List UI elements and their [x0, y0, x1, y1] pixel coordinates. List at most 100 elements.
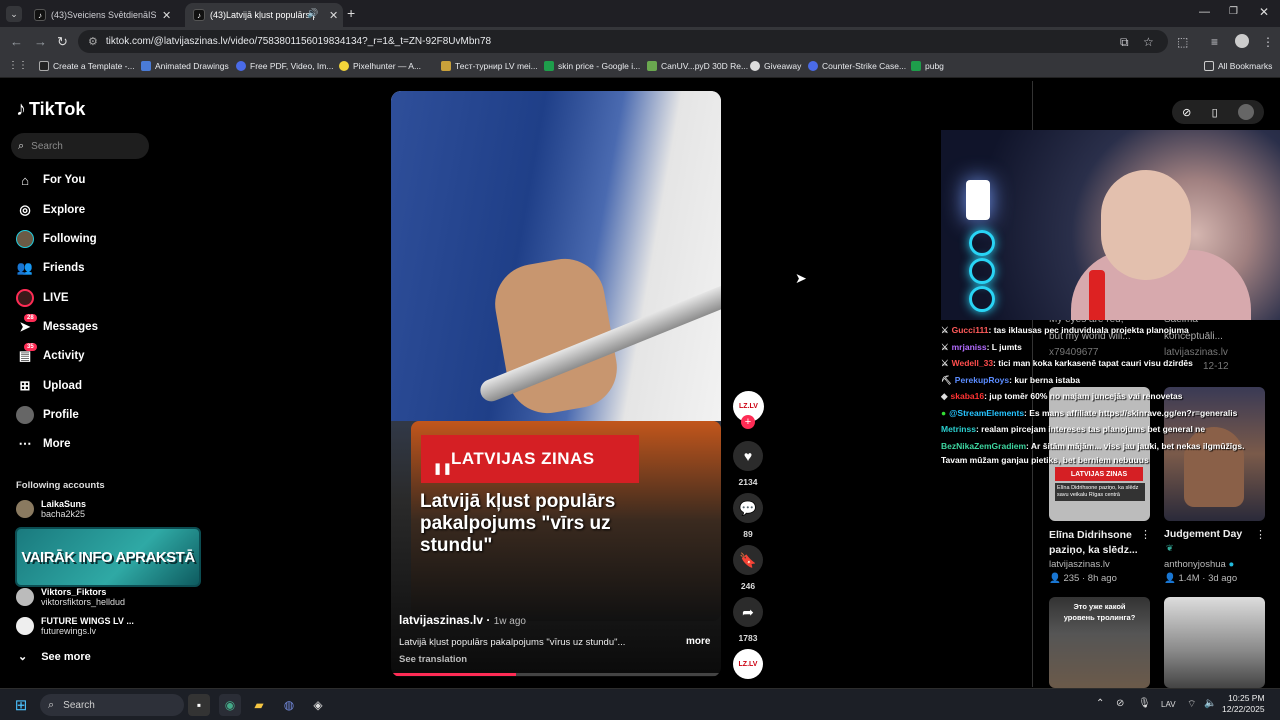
webcam-face — [1101, 170, 1191, 280]
see-more-button[interactable]: ⌄ See more — [18, 650, 91, 664]
tiktok-logo[interactable]: ♪ TikTok — [16, 98, 85, 121]
close-tab-icon[interactable]: ✕ — [162, 9, 171, 22]
bookmark-item[interactable]: pubg — [911, 61, 944, 71]
save-button[interactable]: 🔖 246 — [733, 545, 763, 591]
nav-upload[interactable]: ⊞ Upload — [16, 375, 82, 397]
pause-icon[interactable]: ❚❚ — [433, 462, 452, 475]
close-tab-icon[interactable]: ✕ — [329, 9, 338, 22]
close-window-icon[interactable]: ✕ — [1259, 5, 1269, 19]
reload-icon[interactable]: ↻ — [57, 34, 68, 50]
windows-start-icon[interactable]: ⊞ — [10, 694, 32, 716]
all-bookmarks[interactable]: All Bookmarks — [1204, 61, 1272, 71]
system-clock[interactable]: 10:25 PM 12/22/2025 — [1222, 693, 1265, 715]
card-title[interactable]: Judgement Day — [1164, 528, 1242, 540]
nav-more[interactable]: ⋯ More — [16, 433, 71, 455]
following-account[interactable]: Viktors_Fiktors viktorsfiktors_helldud — [16, 587, 125, 607]
card-menu-icon[interactable]: ⋮ — [1140, 528, 1151, 541]
app-icon[interactable]: ◈ — [307, 694, 329, 716]
apps-icon[interactable]: ⋮⋮ — [8, 60, 28, 71]
bookmark-item[interactable]: skin price - Google i... — [544, 61, 640, 71]
bookmark-item[interactable]: Counter-Strike Case... — [808, 61, 906, 71]
bookmark-icon — [808, 61, 818, 71]
bookmark-item[interactable]: Free PDF, Video, Im... — [236, 61, 333, 71]
bookmark-star-icon[interactable]: ☆ — [1143, 35, 1154, 49]
chat-message: ⚔ Wedell_33: tici man koka karkasenē tapa… — [941, 355, 1261, 372]
microphone-icon[interactable]: 🎙 — [1138, 698, 1151, 709]
share-button[interactable]: ➦ 1783 — [733, 597, 763, 643]
bookmark-label: Animated Drawings — [155, 61, 229, 71]
bookmark-item[interactable]: CanUV...pyD 30D Re... — [647, 61, 748, 71]
video-player[interactable]: ❚❚ LATVIJAS ZINAS Latvijā kļust populārs … — [391, 91, 721, 677]
discord-icon[interactable]: ◍ — [278, 694, 300, 716]
card-author[interactable]: anthonyjoshua ● — [1164, 559, 1234, 570]
video-progress-bar[interactable] — [391, 673, 721, 676]
bookmark-label: Giveaway — [764, 61, 802, 71]
nav-for-you[interactable]: ⌂ For You — [16, 169, 85, 191]
file-explorer-icon[interactable]: ▰ — [248, 694, 270, 716]
url-text: tiktok.com/@latvijaszinas.lv/video/75838… — [105, 36, 492, 47]
account-name: Viktors_Fiktors — [41, 587, 107, 597]
tray-chevron-icon[interactable]: ⌃ — [1096, 698, 1104, 709]
taskbar-search[interactable]: ⌕ Search — [40, 694, 184, 716]
media-controls-icon[interactable]: ≡ — [1211, 35, 1218, 49]
clock-time: 10:25 PM — [1228, 693, 1265, 703]
description-more-button[interactable]: more — [686, 636, 710, 647]
video-card-thumb[interactable]: Это уже какой уровень тролинга? — [1049, 597, 1150, 688]
card-title[interactable]: Elīna Didrihsone paziņo, ka slēdz... — [1049, 528, 1141, 558]
extensions-icon[interactable]: ⬚ — [1177, 35, 1188, 49]
bookmark-item[interactable]: Тест-турнир LV mei... — [441, 61, 538, 71]
device-icon[interactable]: ▯ — [1212, 106, 1218, 119]
browser-tab-1[interactable]: ♪ (43)Sveiciens SvētdienāISveicien ✕ — [26, 3, 184, 27]
speaker-icon[interactable]: 🔊 — [307, 8, 318, 19]
follow-plus-icon[interactable]: + — [741, 415, 755, 429]
tab-search-button[interactable]: ⌄ — [6, 6, 22, 22]
nav-following[interactable]: Following — [16, 228, 97, 250]
upload-icon: ⊞ — [19, 378, 31, 393]
chrome-icon[interactable]: ◉ — [219, 694, 241, 716]
following-account[interactable]: FUTURE WINGS LV ... futurewings.lv — [16, 616, 134, 636]
card-menu-icon[interactable]: ⋮ — [1255, 528, 1266, 541]
user-avatar[interactable] — [1237, 104, 1254, 120]
bookmark-label: Create a Template -... — [53, 61, 135, 71]
nav-label: LIVE — [43, 292, 69, 304]
music-disc-avatar[interactable]: LZ.LV — [733, 649, 763, 679]
nav-explore[interactable]: ◎ Explore — [16, 199, 85, 221]
maximize-icon[interactable]: ❐ — [1229, 6, 1238, 17]
back-icon[interactable]: ← — [10, 34, 23, 49]
forward-icon[interactable]: → — [34, 34, 47, 49]
comment-button[interactable]: 💬 89 — [733, 493, 763, 539]
settings-icon[interactable]: ⊘ — [1182, 106, 1191, 119]
new-tab-button[interactable]: + — [347, 5, 355, 21]
see-translation-button[interactable]: See translation — [399, 654, 467, 665]
install-icon[interactable]: ⧉ — [1120, 35, 1129, 50]
bookmark-item[interactable]: Pixelhunter — A... — [339, 61, 421, 71]
site-info-icon[interactable]: ⚙ — [88, 35, 98, 48]
nav-activity[interactable]: ▤ 35 Activity — [16, 343, 85, 367]
bookmark-item[interactable]: Animated Drawings — [141, 61, 229, 71]
menu-icon[interactable]: ⋮ — [1262, 35, 1274, 49]
language-indicator[interactable]: LAV — [1161, 700, 1176, 709]
banner-text: LATVIJAS ZINAS — [451, 449, 595, 468]
volume-icon[interactable]: 🔈 — [1204, 698, 1216, 709]
video-card-thumb[interactable] — [1164, 597, 1265, 688]
like-button[interactable]: ♥ 2134 — [733, 441, 763, 487]
video-author[interactable]: latvijaszinas.lv · 1w ago — [399, 613, 526, 627]
card-author[interactable]: latvijaszinas.lv — [1049, 559, 1110, 570]
bookmark-item[interactable]: Create a Template -... — [39, 61, 135, 71]
views-icon: 👤 — [1049, 573, 1061, 584]
nav-friends[interactable]: 👥 Friends — [16, 257, 85, 279]
browser-tab-2[interactable]: ♪ (43)Latvijā kļust populārs pa 🔊 ✕ — [185, 3, 343, 27]
wifi-icon[interactable]: ⌔ — [1187, 698, 1196, 711]
search-input[interactable]: ⌕ Search — [11, 133, 149, 159]
bookmark-item[interactable]: Giveaway — [750, 61, 801, 71]
profile-icon — [16, 406, 34, 424]
tray-app-icon[interactable]: ⊘ — [1116, 698, 1124, 709]
nav-live[interactable]: LIVE — [16, 287, 69, 309]
nav-profile[interactable]: Profile — [16, 404, 79, 426]
url-input[interactable]: ⚙ tiktok.com/@latvijaszinas.lv/video/758… — [78, 30, 1168, 53]
task-view-icon[interactable]: ▪ — [188, 694, 210, 716]
nav-messages[interactable]: ➤ 28 Messages — [16, 314, 98, 338]
profile-avatar[interactable] — [1235, 34, 1249, 48]
following-account[interactable]: LaikaSuns bacha2k25 — [16, 499, 86, 519]
minimize-icon[interactable]: — — [1199, 6, 1210, 18]
